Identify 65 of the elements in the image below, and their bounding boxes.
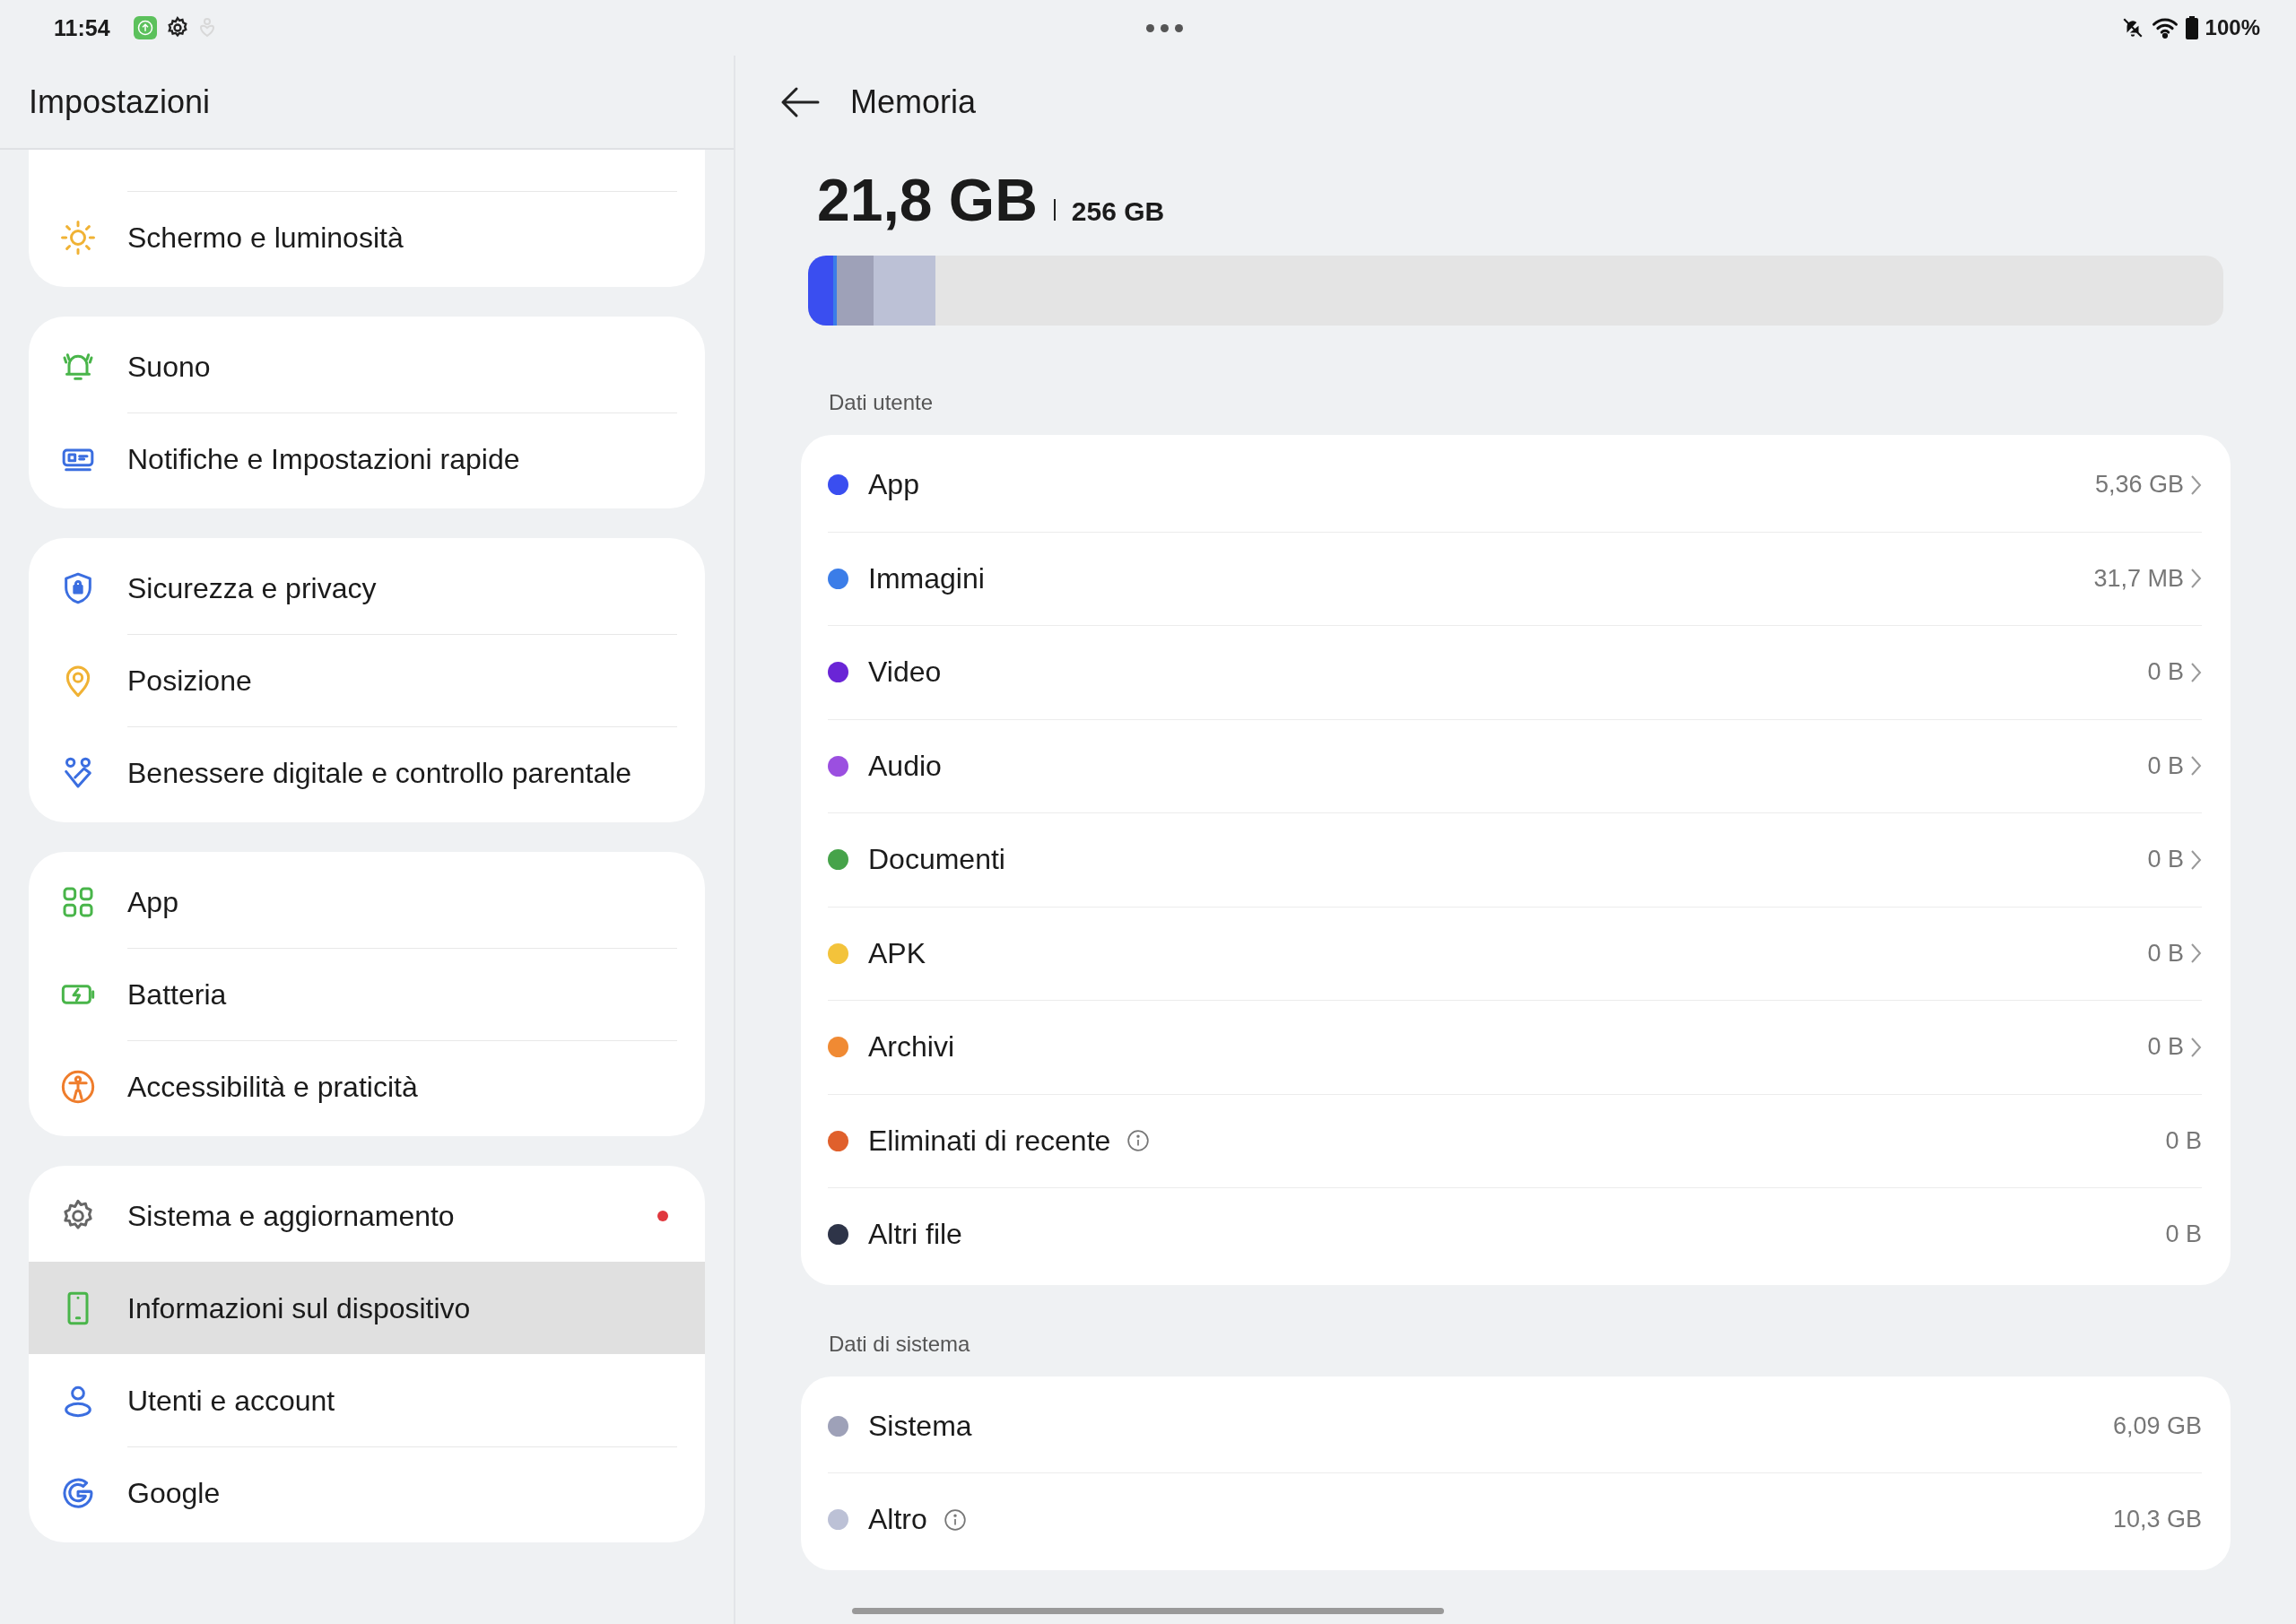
category-size: 0 B [2147,1033,2184,1062]
sidebar-item[interactable]: Sistema e aggiornamento [29,1169,705,1262]
storage-row[interactable]: App 5,36 GB [828,439,2202,532]
category-size: 0 B [2165,1126,2202,1155]
upload-notification-icon [133,16,157,39]
heart-icon [197,17,216,39]
more-icon[interactable] [1146,23,1183,32]
category-label: APK [868,936,926,970]
section-title: Dati utente [829,390,935,415]
category-label: App [868,468,919,502]
total-storage: 256 GB [1071,196,1165,227]
back-button[interactable] [780,85,820,118]
category-label: Eliminati di recente [868,1124,1111,1158]
section-title: Dati di sistema [829,1331,971,1357]
sidebar-item[interactable]: Notifiche e Impostazioni rapide [29,413,705,505]
sidebar-item[interactable]: Posizione [29,634,705,726]
storage-row[interactable]: Immagini 31,7 MB [828,531,2202,625]
category-label: Archivi [868,1030,954,1064]
category-label: Altro [868,1503,927,1537]
accessibility-icon [60,1068,96,1105]
storage-row[interactable]: APK 0 B [828,906,2202,1000]
sun-icon [60,219,96,256]
category-size: 0 B [2147,751,2184,780]
category-label: Video [868,656,942,690]
battery-icon [2185,16,2198,39]
wifi-icon [2151,16,2179,39]
category-size: 0 B [2147,939,2184,968]
category-size: 0 B [2147,658,2184,687]
category-size: 6,09 GB [2112,1411,2202,1440]
page-title: Memoria [850,83,977,121]
sidebar-item[interactable]: Informazioni sul dispositivo [29,1262,705,1354]
info-icon[interactable] [1126,1129,1151,1153]
sidebar-item[interactable]: Google [29,1446,705,1539]
category-label: Altri file [868,1218,962,1252]
category-label: Audio [868,749,942,783]
storage-row[interactable]: Audio 0 B [828,718,2202,812]
sidebar-item[interactable]: Suono [29,320,705,413]
gear-icon [165,16,189,39]
category-size: 5,36 GB [2094,471,2184,499]
storage-row[interactable]: Archivi 0 B [828,1000,2202,1094]
storage-row[interactable]: Altro 10,3 GB [828,1472,2202,1567]
storage-row[interactable]: Sistema 6,09 GB [828,1379,2202,1472]
storage-row[interactable]: Documenti 0 B [828,812,2202,907]
category-label: Documenti [868,843,1005,877]
storage-row[interactable]: Video 0 B [828,625,2202,719]
category-label: Immagini [868,561,985,595]
sidebar-item[interactable]: Benessere digitale e controllo parentale [29,726,705,819]
storage-row[interactable]: Altri file 0 B [828,1187,2202,1281]
category-size: 0 B [2165,1220,2202,1249]
battery-percentage: 100% [2205,15,2260,40]
category-size: 31,7 MB [2093,564,2184,593]
clock: 11:54 [54,14,110,41]
category-size: 0 B [2147,846,2184,874]
category-size: 10,3 GB [2112,1506,2202,1534]
sidebar-item[interactable]: Schermo e luminosità [29,191,705,283]
info-icon[interactable] [943,1507,967,1532]
sidebar-item[interactable]: Sicurezza e privacy [29,542,705,634]
category-label: Sistema [868,1409,972,1443]
sidebar-title: Impostazioni [29,83,211,121]
sidebar-item[interactable]: Utenti e account [29,1354,705,1446]
sidebar-item[interactable]: App [29,855,705,948]
used-storage: 21,8 GB [817,166,1038,234]
storage-row[interactable]: Eliminati di recente 0 B [828,1093,2202,1187]
sidebar-item[interactable]: Batteria [29,948,705,1040]
sidebar-item[interactable]: Accessibilità e praticità [29,1040,705,1133]
